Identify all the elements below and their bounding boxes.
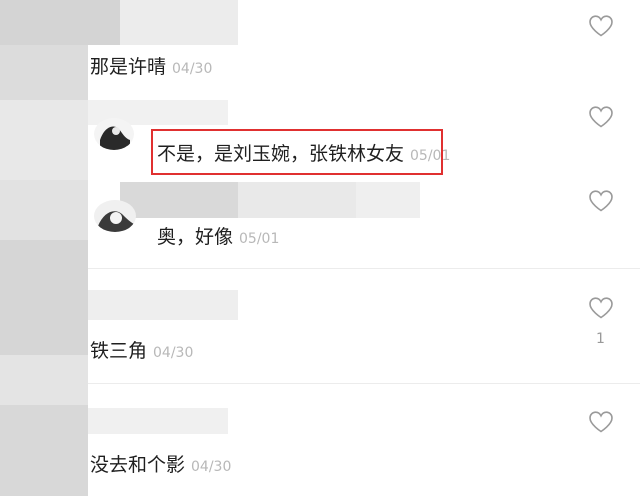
heart-icon[interactable] <box>588 410 614 434</box>
blurred-region <box>0 45 88 100</box>
comment-text: 不是，是刘玉婉，张铁林女友 <box>157 143 405 165</box>
like-count: 1 <box>596 331 605 347</box>
blurred-region <box>0 0 120 45</box>
heart-icon[interactable] <box>588 189 614 213</box>
comment-item[interactable]: 铁三角 04/30 <box>90 336 193 363</box>
blurred-region <box>120 182 238 218</box>
avatar[interactable] <box>94 200 136 232</box>
comment-item[interactable]: 奥，好像 05/01 <box>157 222 279 249</box>
comment-item[interactable]: 没去和个影 04/30 <box>90 450 231 477</box>
blurred-region <box>356 182 420 218</box>
divider <box>88 268 640 269</box>
comment-time: 04/30 <box>172 61 213 77</box>
blurred-region <box>0 100 88 180</box>
blurred-region <box>0 240 88 355</box>
comment-time: 04/30 <box>153 345 194 361</box>
heart-icon[interactable] <box>588 105 614 129</box>
blurred-region <box>0 405 88 496</box>
blurred-region <box>88 408 228 434</box>
comment-text: 奥，好像 <box>157 226 234 248</box>
avatar[interactable] <box>94 118 134 150</box>
blurred-region <box>88 290 238 320</box>
blurred-region <box>238 182 356 218</box>
comment-item[interactable]: 不是，是刘玉婉，张铁林女友 05/01 <box>157 139 450 166</box>
comment-time: 05/01 <box>410 148 451 164</box>
comment-time: 05/01 <box>239 231 280 247</box>
comment-text: 那是许晴 <box>90 56 167 78</box>
blurred-region <box>120 0 238 45</box>
divider <box>88 383 640 384</box>
comment-time: 04/30 <box>191 459 232 475</box>
comment-text: 没去和个影 <box>90 454 186 476</box>
comment-text: 铁三角 <box>90 340 148 362</box>
heart-icon[interactable] <box>588 296 614 320</box>
comment-item[interactable]: 那是许晴 04/30 <box>90 52 212 79</box>
blurred-region <box>0 180 88 240</box>
heart-icon[interactable] <box>588 14 614 38</box>
blurred-region <box>0 355 88 405</box>
